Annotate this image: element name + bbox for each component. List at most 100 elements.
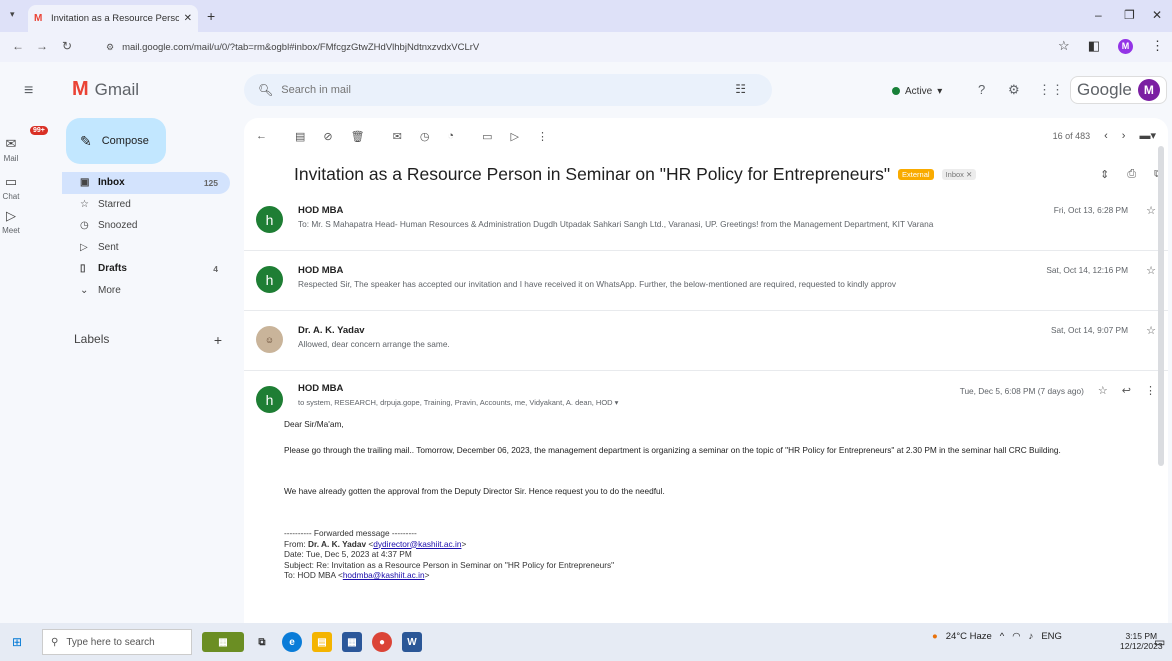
rail-mail-label: Mail: [3, 154, 19, 163]
labels-section: Labels +: [74, 332, 230, 348]
new-tab-button[interactable]: +: [207, 8, 215, 24]
browser-tab-strip: ▾ M Invitation as a Resource Perso ✕ + –…: [0, 0, 1172, 32]
browser-profile-avatar[interactable]: M: [1118, 38, 1133, 54]
gmail-logo[interactable]: M Gmail: [72, 78, 139, 101]
close-tab-icon[interactable]: ✕: [184, 13, 192, 24]
message-date: Fri, Oct 13, 6:28 PM: [1053, 205, 1128, 215]
rail-mail[interactable]: ✉ Mail: [0, 136, 22, 163]
notifications-icon[interactable]: ▭: [1154, 635, 1165, 649]
expand-all-icon[interactable]: ⇕: [1100, 168, 1109, 181]
windows-start-icon[interactable]: ⊞: [12, 635, 22, 649]
main-menu-icon[interactable]: ≡: [24, 82, 33, 100]
star-toggle-icon[interactable]: ☆: [1098, 384, 1108, 397]
word-app-icon[interactable]: W: [402, 632, 422, 652]
nav-item-drafts[interactable]: ▯ Drafts 4: [62, 258, 230, 280]
bookmark-star-icon[interactable]: ☆: [1058, 38, 1070, 54]
weather-text[interactable]: 24°C Haze: [946, 631, 992, 642]
message-divider: [244, 250, 1168, 251]
back-icon[interactable]: ←: [12, 39, 24, 53]
site-info-icon[interactable]: ⚙: [106, 42, 114, 53]
apps-grid-icon[interactable]: ⋮⋮: [1038, 82, 1064, 98]
chrome-browser-icon[interactable]: ●: [372, 632, 392, 652]
settings-gear-icon[interactable]: ⚙: [1008, 82, 1020, 98]
minimize-icon[interactable]: –: [1095, 8, 1102, 22]
google-account-button[interactable]: Google M: [1070, 76, 1167, 104]
gmail-header: ≡ M Gmail 🔍︎ ☷ Active ▾ ? ⚙ ⋮⋮ Google M: [0, 62, 1172, 118]
report-spam-icon[interactable]: ⊘: [323, 130, 332, 143]
subject-actions: ⇕ ⎙ ⧉: [1100, 168, 1162, 181]
collapsed-message[interactable]: h HOD MBA Respected Sir, The speaker has…: [244, 262, 1168, 310]
inbox-label-chip[interactable]: Inbox ✕: [941, 169, 977, 180]
star-toggle-icon[interactable]: ☆: [1146, 324, 1156, 337]
back-to-inbox-icon[interactable]: ←: [256, 130, 267, 142]
more-options-icon[interactable]: ⋮: [1145, 384, 1156, 397]
store-icon[interactable]: ▦: [342, 632, 362, 652]
language-icon[interactable]: ENG: [1041, 631, 1062, 642]
close-window-icon[interactable]: ✕: [1152, 8, 1162, 22]
status-selector[interactable]: Active ▾: [882, 80, 952, 102]
draft-icon: ▯: [80, 263, 86, 275]
recipients-list[interactable]: to system, RESEARCH, drpuja.gope, Traini…: [298, 398, 618, 407]
taskbar-search[interactable]: ⚲ Type here to search: [42, 629, 192, 655]
tab-title: Invitation as a Resource Perso: [51, 13, 179, 24]
sidebar-icon[interactable]: ◧: [1088, 38, 1100, 54]
nav-item-more[interactable]: ⌄ More: [62, 280, 230, 302]
rail-chat[interactable]: ▭ Chat: [0, 174, 22, 201]
move-to-icon[interactable]: ▭: [482, 130, 492, 143]
archive-icon[interactable]: ▤: [295, 130, 305, 143]
delete-icon[interactable]: 🗑︎: [351, 130, 365, 143]
restore-icon[interactable]: ❐: [1124, 8, 1135, 22]
older-chevron-icon[interactable]: ›: [1122, 130, 1126, 142]
weather-widget-icon[interactable]: ▦: [202, 632, 244, 652]
scrollbar[interactable]: [1158, 146, 1164, 466]
nav-item-sent[interactable]: ▷ Sent: [62, 237, 230, 259]
label-icon[interactable]: ▷: [510, 130, 518, 143]
search-icon[interactable]: 🔍︎: [258, 83, 273, 97]
meet-icon: ▷: [6, 208, 16, 223]
browser-actions: ☆ ◧ M ⋮: [1058, 38, 1164, 54]
pager-count: 16 of 483: [1052, 130, 1091, 141]
add-task-icon[interactable]: ◔: [447, 130, 454, 142]
search-options-icon[interactable]: ☷: [735, 82, 746, 96]
create-label-icon[interactable]: +: [214, 332, 230, 348]
nav-item-snoozed[interactable]: ◷ Snoozed: [62, 215, 230, 237]
task-view-icon[interactable]: ⧉: [252, 632, 272, 652]
volume-icon[interactable]: ♪: [1029, 631, 1034, 642]
nav-item-starred[interactable]: ☆ Starred: [62, 194, 230, 216]
search-input[interactable]: [281, 84, 702, 96]
active-status-dot: [892, 87, 900, 95]
edge-browser-icon[interactable]: e: [282, 632, 302, 652]
sender-photo-avatar: ☺: [256, 326, 283, 353]
newer-chevron-icon[interactable]: ‹: [1104, 130, 1108, 142]
snooze-icon[interactable]: ◷: [420, 130, 430, 143]
keyboard-icon[interactable]: ▬▾: [1139, 129, 1156, 142]
body-paragraph: We have already gotten the approval from…: [284, 486, 665, 496]
pager: 16 of 483 ‹ › ▬▾: [1052, 129, 1156, 143]
forward-from-email-link[interactable]: dydirector@kashiit.ac.in: [373, 539, 461, 549]
support-icon[interactable]: ?: [978, 82, 985, 97]
rail-chat-label: Chat: [2, 192, 20, 201]
more-options-icon[interactable]: ⋮: [537, 130, 548, 143]
forward-icon[interactable]: →: [36, 39, 48, 53]
file-explorer-icon[interactable]: ▤: [312, 632, 332, 652]
forward-to-email-link[interactable]: hodmba@kashiit.ac.in: [343, 570, 425, 580]
tray-chevron-icon[interactable]: ^: [1000, 631, 1004, 642]
print-icon[interactable]: ⎙: [1127, 168, 1136, 181]
collapsed-message[interactable]: ☺ Dr. A. K. Yadav Allowed, dear concern …: [244, 322, 1168, 370]
browser-menu-icon[interactable]: ⋮: [1151, 38, 1164, 54]
collapsed-message[interactable]: h HOD MBA To: Mr. S Mahapatra Head- Huma…: [244, 202, 1168, 250]
url-bar[interactable]: ⚙ mail.google.com/mail/u/0/?tab=rm&ogbl#…: [96, 36, 1096, 58]
reload-icon[interactable]: ↻: [62, 39, 72, 53]
nav-item-inbox[interactable]: ▣ Inbox 125: [62, 172, 230, 194]
star-toggle-icon[interactable]: ☆: [1146, 264, 1156, 277]
mark-unread-icon[interactable]: ✉: [393, 130, 402, 143]
reply-icon[interactable]: ↩: [1122, 384, 1131, 397]
compose-button[interactable]: ✎ Compose: [66, 118, 166, 164]
star-toggle-icon[interactable]: ☆: [1146, 204, 1156, 217]
tab-search-icon[interactable]: ▾: [10, 9, 15, 20]
browser-tab[interactable]: M Invitation as a Resource Perso ✕: [28, 5, 198, 32]
forward-from-label: From:: [284, 538, 308, 549]
inbox-icon: ▣: [80, 177, 90, 189]
rail-meet[interactable]: ▷ Meet: [0, 208, 22, 235]
network-icon[interactable]: ◠: [1012, 631, 1020, 642]
